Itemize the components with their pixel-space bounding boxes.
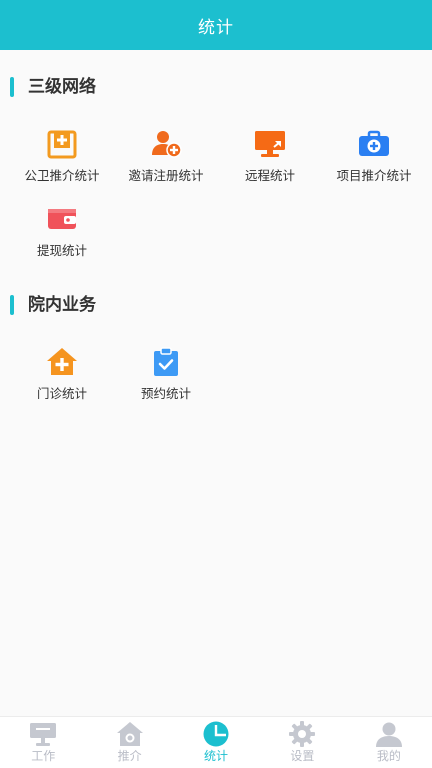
section-title: 院内业务 <box>28 295 96 315</box>
tab-label: 工作 <box>31 749 56 763</box>
wallet-icon <box>48 209 76 229</box>
tab-label: 统计 <box>204 749 229 763</box>
stat-project-referral[interactable]: 项目推介统计 <box>320 128 428 192</box>
stat-public-health-referral[interactable]: 公卫推介统计 <box>8 128 116 192</box>
item-label: 门诊统计 <box>36 386 87 401</box>
remote-monitor-icon <box>255 131 285 157</box>
title-bar: 统计 <box>0 0 432 50</box>
user-icon <box>375 722 402 747</box>
add-user-icon <box>152 131 182 158</box>
workstation-icon <box>30 723 57 746</box>
tab-label: 设置 <box>290 749 315 763</box>
item-label: 公卫推介统计 <box>24 168 100 183</box>
item-label: 项目推介统计 <box>336 168 412 183</box>
section-accent-bar <box>10 295 14 315</box>
section-header-hospital: 院内业务 <box>0 293 432 317</box>
stat-invite-registration[interactable]: 邀请注册统计 <box>112 128 220 192</box>
home-camera-icon <box>116 722 143 746</box>
hospital-plus-icon <box>47 130 77 159</box>
section-title: 三级网络 <box>28 77 96 97</box>
page-title: 统计 <box>198 17 234 38</box>
tab-work[interactable]: 工作 <box>0 717 86 768</box>
section-accent-bar <box>10 77 14 97</box>
section-header-network: 三级网络 <box>0 75 432 99</box>
tab-settings[interactable]: 设置 <box>259 717 345 768</box>
tab-label: 我的 <box>376 749 401 763</box>
stat-outpatient[interactable]: 门诊统计 <box>8 346 116 410</box>
gear-icon <box>289 721 316 747</box>
tab-label: 推介 <box>117 749 142 763</box>
item-label: 邀请注册统计 <box>128 168 204 183</box>
tab-referral[interactable]: 推介 <box>86 717 172 768</box>
stat-remote[interactable]: 远程统计 <box>216 128 324 192</box>
bottom-tab-bar: 工作 推介 统计 设置 我的 <box>0 716 432 768</box>
pie-chart-icon <box>203 721 229 747</box>
tab-statistics[interactable]: 统计 <box>173 717 259 768</box>
item-label: 远程统计 <box>244 168 295 183</box>
medical-kit-icon <box>359 130 389 156</box>
stat-appointment[interactable]: 预约统计 <box>112 346 220 410</box>
item-label: 提现统计 <box>36 243 87 258</box>
stat-withdrawal[interactable]: 提现统计 <box>8 203 116 267</box>
item-label: 预约统计 <box>140 386 191 401</box>
tab-mine[interactable]: 我的 <box>346 717 432 768</box>
clinic-house-icon <box>47 348 77 375</box>
appointment-clipboard-icon <box>154 347 178 376</box>
